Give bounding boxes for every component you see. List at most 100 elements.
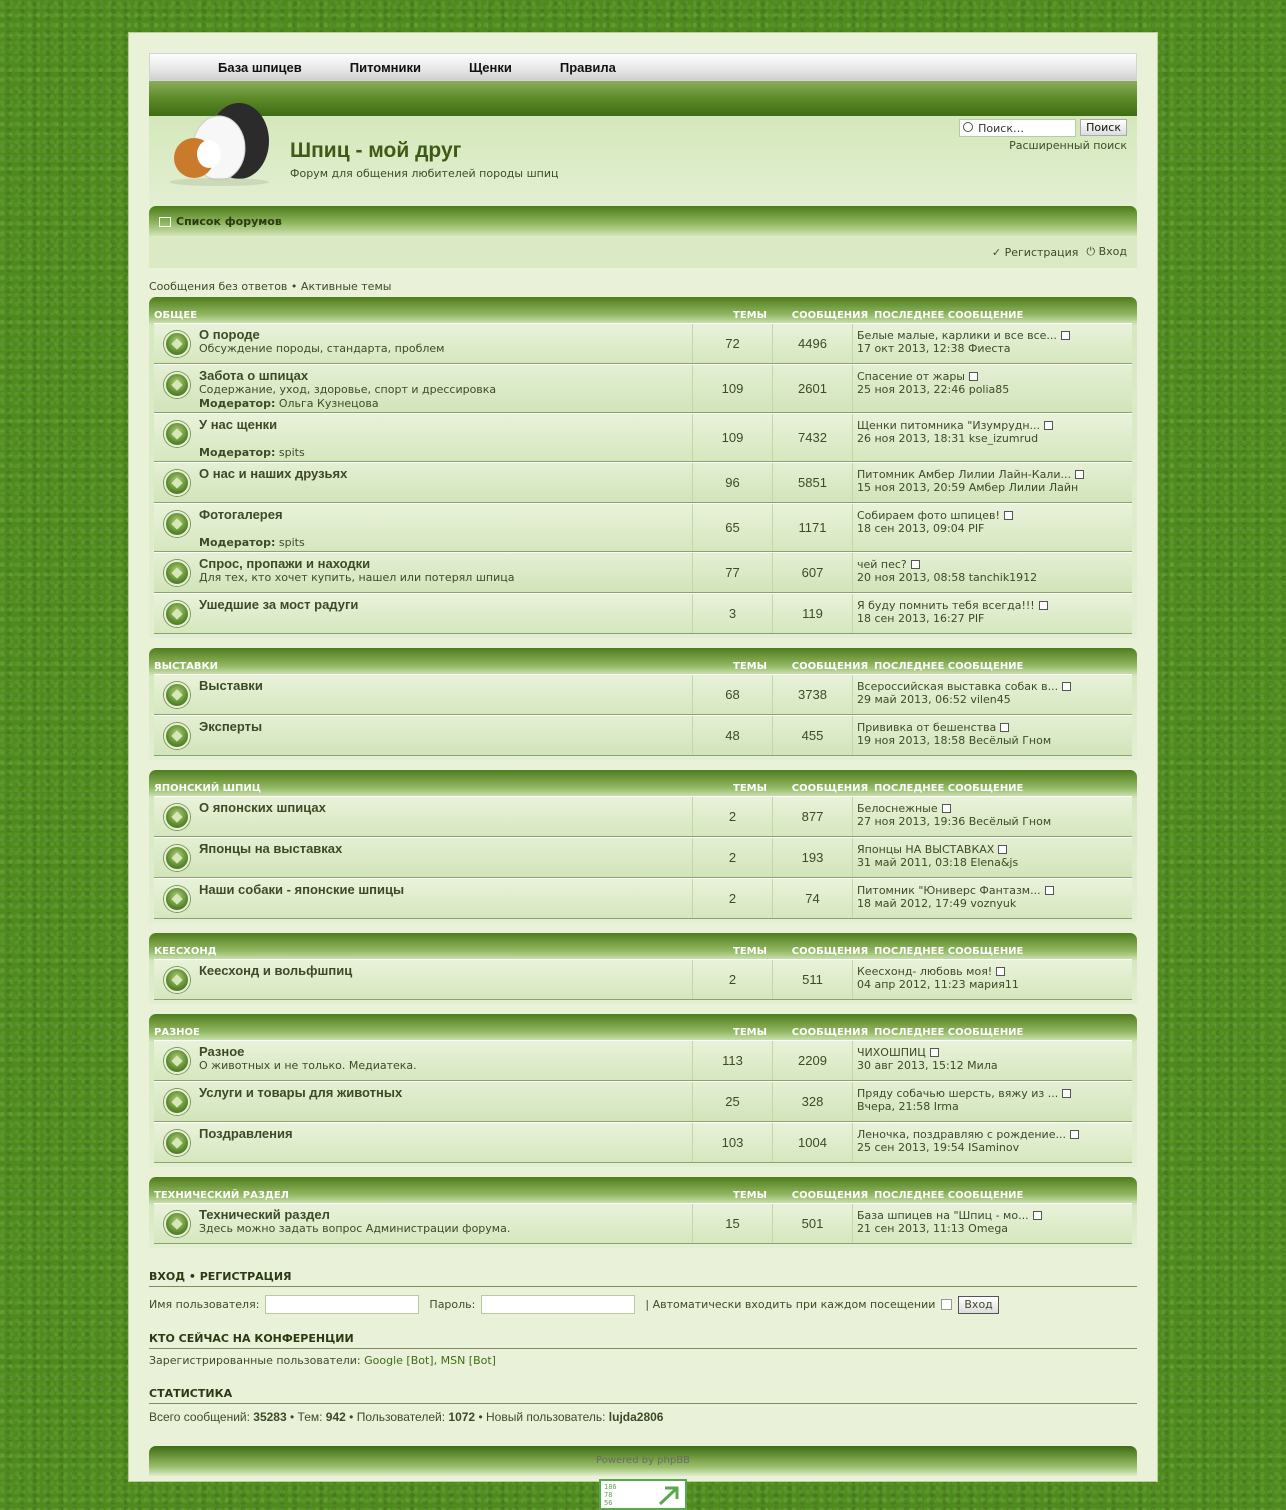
autologin-checkbox[interactable] — [941, 1299, 953, 1310]
moderator-link[interactable]: spits — [279, 536, 305, 549]
breadcrumb-forum-index[interactable]: Список форумов — [176, 215, 282, 228]
view-latest-post-icon[interactable] — [998, 845, 1008, 854]
forum-title-link[interactable]: Поздравления — [199, 1126, 692, 1141]
last-post-title-link[interactable]: База шпицев на "Шпиц - мо... — [857, 1209, 1029, 1222]
last-post-title-link[interactable]: Щенки питомника "Изумрудн... — [857, 419, 1040, 432]
last-post-title-link[interactable]: Белоснежные — [857, 802, 938, 815]
last-post-title-link[interactable]: Всероссийская выставка собак в... — [857, 680, 1058, 693]
last-post-info: 30 авг 2013, 15:12 Мила — [857, 1059, 998, 1072]
password-input[interactable] — [481, 1295, 636, 1314]
forum-moderator: Модератор: spits — [199, 446, 692, 460]
category-name[interactable]: ТЕХНИЧЕСКИЙ РАЗДЕЛ — [154, 1190, 710, 1201]
forum-title-link[interactable]: Ушедшие за мост радуги — [199, 597, 692, 612]
last-post-header: ПОСЛЕДНЕЕ СООБЩЕНИЕ — [874, 661, 1024, 672]
unanswered-posts-link[interactable]: Сообщения без ответов — [149, 280, 287, 293]
last-post-title-link[interactable]: Белые малые, карлики и все все... — [857, 329, 1057, 342]
last-post-title-link[interactable]: чей пес? — [857, 558, 907, 571]
online-user-list[interactable]: Google [Bot], MSN [Bot] — [364, 1354, 496, 1367]
view-latest-post-icon[interactable] — [1069, 1130, 1079, 1139]
nav-puppies[interactable]: Щенки — [469, 60, 512, 75]
view-latest-post-icon[interactable] — [910, 560, 920, 569]
forum-title-link[interactable]: О породе — [199, 327, 692, 342]
category-name[interactable]: ЯПОНСКИЙ ШПИЦ — [154, 783, 710, 794]
view-latest-post-icon[interactable] — [1000, 723, 1010, 732]
last-post-title-link[interactable]: ЧИХОШПИЦ — [857, 1046, 926, 1059]
stat-label: • Пользователей: — [349, 1410, 446, 1424]
stat-label: • Новый пользователь: — [478, 1410, 606, 1424]
last-post-title-link[interactable]: Питомник Амбер Лилии Лайн-Кали... — [857, 468, 1071, 481]
post-count: 119 — [773, 594, 853, 633]
last-post-title-link[interactable]: Японцы НА ВЫСТАВКАХ — [857, 843, 994, 856]
view-latest-post-icon[interactable] — [1003, 511, 1013, 520]
forum-title-link[interactable]: Забота о шпицах — [199, 368, 692, 383]
stat-value: 1072 — [448, 1410, 476, 1424]
forum-title-link[interactable]: Технический раздел — [199, 1207, 692, 1222]
forum-title-link[interactable]: Фотогалерея — [199, 507, 692, 522]
forum-title-link[interactable]: Японцы на выставках — [199, 841, 692, 856]
newest-user-link[interactable]: lujda2806 — [609, 1410, 664, 1424]
nav-spitz-base[interactable]: База шпицев — [218, 60, 302, 75]
last-post-title-link[interactable]: Прививка от бешенства — [857, 721, 996, 734]
view-latest-post-icon[interactable] — [1062, 682, 1072, 691]
topic-count: 77 — [693, 553, 773, 592]
moderator-link[interactable]: Ольга Кузнецова — [279, 397, 379, 410]
forum-title-link[interactable]: О нас и наших друзьях — [199, 466, 692, 481]
category-name[interactable]: ВЫСТАВКИ — [154, 661, 710, 672]
advanced-search-link[interactable]: Расширенный поиск — [1009, 139, 1127, 152]
forum-row: Поздравления 103 1004 Леночка, поздравляю с… — [154, 1122, 1132, 1163]
category-name[interactable]: РАЗНОЕ — [154, 1027, 710, 1038]
last-post-title-link[interactable]: Спасение от жары — [857, 370, 965, 383]
forum-info: У нас щенки Модератор: spits — [154, 414, 693, 461]
view-latest-post-icon[interactable] — [941, 804, 951, 813]
last-post-title-link[interactable]: Пряду собачью шерсть, вяжу из ... — [857, 1087, 1058, 1100]
view-latest-post-icon[interactable] — [1062, 1089, 1072, 1098]
view-latest-post-icon[interactable] — [969, 372, 978, 381]
forum-title-link[interactable]: Разное — [199, 1044, 692, 1059]
username-input[interactable] — [265, 1295, 420, 1314]
post-count: 607 — [773, 553, 853, 592]
forum-title-link[interactable]: У нас щенки — [199, 417, 692, 432]
forum-title-link[interactable]: Спрос, пропажи и находки — [199, 556, 692, 571]
forum-title-link[interactable]: Услуги и товары для животных — [199, 1085, 692, 1100]
login-button[interactable]: Вход — [958, 1295, 999, 1314]
view-latest-post-icon[interactable] — [1038, 601, 1048, 610]
site-logo[interactable] — [159, 96, 274, 186]
view-latest-post-icon[interactable] — [1044, 421, 1054, 430]
last-post-title-link[interactable]: Питомник "Юниверс Фантазм... — [857, 884, 1041, 897]
post-count: 5851 — [773, 463, 853, 502]
last-post-info: 29 май 2013, 06:52 vilen45 — [857, 693, 1011, 706]
active-topics-link[interactable]: Активные темы — [301, 280, 392, 293]
category-name[interactable]: ОБЩЕЕ — [154, 310, 710, 321]
view-latest-post-icon[interactable] — [1044, 886, 1054, 895]
last-post-title-link[interactable]: Я буду помнить тебя всегда!!! — [857, 599, 1035, 612]
home-icon — [159, 217, 171, 227]
site-title[interactable]: Шпиц - мой друг — [290, 139, 461, 163]
last-post-title-link[interactable]: Кеесхонд- любовь моя! — [857, 965, 992, 978]
register-link[interactable]: ✓ Регистрация — [992, 246, 1078, 259]
forum-title-link[interactable]: О японских шпицах — [199, 800, 692, 815]
last-post-title-link[interactable]: Собираем фото шпицев! — [857, 509, 1000, 522]
nav-kennels[interactable]: Питомники — [350, 60, 421, 75]
category-name[interactable]: КЕЕСХОНД — [154, 946, 710, 957]
moderator-link[interactable]: spits — [279, 446, 305, 459]
forum-title-link[interactable]: Эксперты — [199, 719, 692, 734]
last-post-title-link[interactable]: Леночка, поздравляю с рождение... — [857, 1128, 1066, 1141]
topic-count: 103 — [693, 1123, 773, 1162]
last-post: ЧИХОШПИЦ 30 авг 2013, 15:12 Мила — [853, 1041, 998, 1080]
view-latest-post-icon[interactable] — [996, 967, 1006, 976]
top-navigation: База шпицев Питомники Щенки Правила — [149, 53, 1137, 81]
login-link[interactable]: ⏻ Вход — [1086, 245, 1127, 259]
view-latest-post-icon[interactable] — [1074, 470, 1084, 479]
powered-by[interactable]: Powered by phpBB — [596, 1455, 690, 1466]
view-latest-post-icon[interactable] — [1060, 331, 1070, 340]
nav-rules[interactable]: Правила — [560, 60, 616, 75]
forum-title-link[interactable]: Кеесхонд и вольфшпиц — [199, 963, 692, 978]
view-latest-post-icon[interactable] — [929, 1048, 939, 1057]
forum-title-link[interactable]: Наши собаки - японские шпицы — [199, 882, 692, 897]
forum-title-link[interactable]: Выставки — [199, 678, 692, 693]
search-input[interactable]: Поиск… — [959, 119, 1077, 137]
search-button[interactable]: Поиск — [1080, 119, 1127, 136]
forum-row: О нас и наших друзьях 96 5851 Питомник Амбе… — [154, 462, 1132, 503]
view-latest-post-icon[interactable] — [1032, 1211, 1042, 1220]
visit-counter[interactable]: 186 78 56 — [599, 1479, 687, 1510]
